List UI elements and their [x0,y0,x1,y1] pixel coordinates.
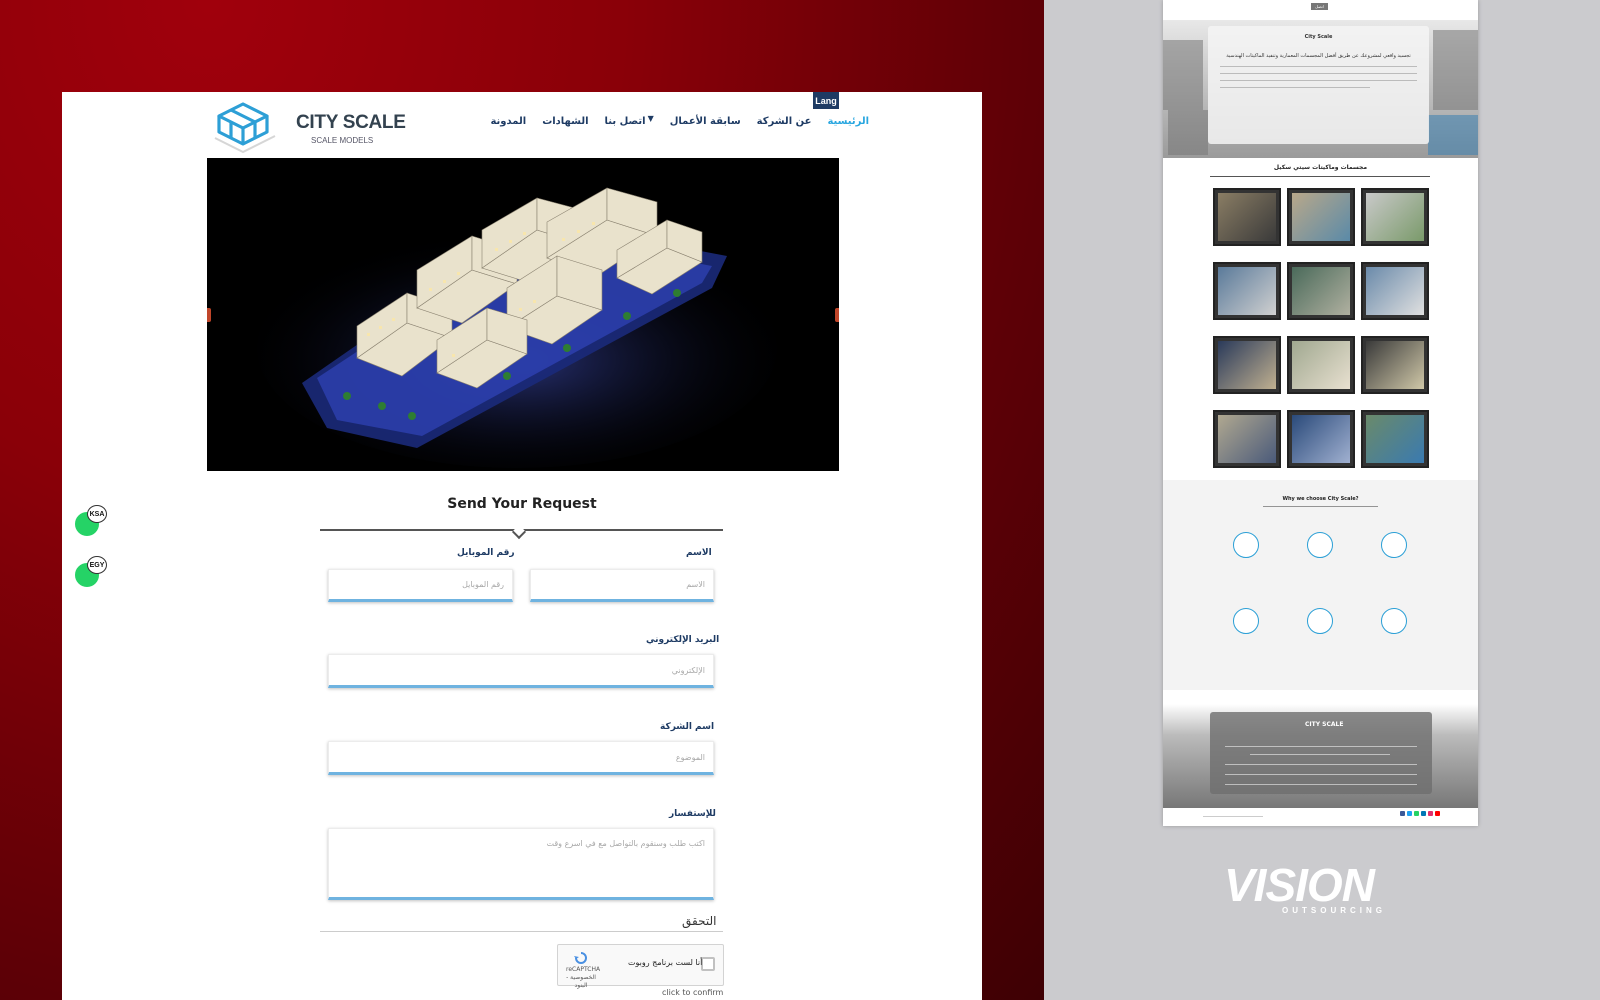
full-page-preview: اتصل City Scale تجسيد واقعي لمشروعك عن ط… [1163,0,1478,826]
company-input[interactable] [328,741,714,775]
egy-badge: EGY [87,556,107,574]
company-label: اسم الشركة [660,722,715,732]
preview-thumb [1361,410,1429,468]
preview-thumb [1287,410,1355,468]
preview-feature-icon [1307,532,1333,558]
hero-slider[interactable] [207,158,839,471]
preview-thumb [1287,262,1355,320]
preview-thumb [1361,188,1429,246]
preview-social-icons [1400,811,1440,816]
recaptcha-brand: reCAPTCHA [566,966,601,973]
inquiry-textarea[interactable] [328,828,714,900]
vision-logo: VISION [1224,859,1375,911]
recaptcha-text: أنا لست برنامج روبوت [628,958,703,967]
form-title: Send Your Request [447,496,597,512]
chevron-down-icon[interactable]: ▼ [648,114,654,123]
nav-item-contact[interactable]: اتصل بنا [605,116,646,127]
preview-top-button: اتصل [1311,3,1328,10]
preview-feature-icon [1381,608,1407,634]
preview-feature-icon [1381,532,1407,558]
email-label: البريد الإلكتروني [646,635,720,645]
title-divider-notch [511,524,527,540]
preview-thumb [1213,336,1281,394]
preview-gallery-title: مجسمات وماكيتات سيتي سكيل [1273,164,1368,171]
preview-thumb [1361,262,1429,320]
preview-feature-icon [1233,608,1259,634]
logo-wordmark: CITY SCALE [296,112,406,133]
confirm-hint: click to confirm [662,988,724,997]
recaptcha-icon [574,952,587,964]
name-label: الاسم [686,548,712,558]
preview-thumb [1287,336,1355,394]
recaptcha-widget: أنا لست برنامج روبوت reCAPTCHA الخصوصية … [557,944,724,989]
preview-why-section [1163,480,1478,690]
recaptcha-checkbox[interactable] [701,957,715,971]
preview-thumb [1361,336,1429,394]
verification-divider [320,931,723,932]
preview-why-title: Why we choose City Scale? [1282,496,1359,502]
verification-label: التحقق [682,914,717,928]
website-page: CITY SCALE SCALE MODELS الرئيسية عن الشر… [62,92,982,1000]
preview-feature-icon [1233,532,1259,558]
preview-hero-subtitle: تجسيد واقعي لمشروعك عن طريق أفضل المجسما… [1226,53,1411,59]
city-scale-logo[interactable]: CITY SCALE SCALE MODELS [209,98,406,156]
architectural-model-image [207,158,839,471]
ksa-badge: KSA [87,505,107,523]
nav-item-about[interactable]: عن الشركة [757,116,812,127]
inquiry-label: للإستفسار [669,809,716,819]
slider-prev-arrow[interactable] [207,308,211,322]
preview-thumb [1213,410,1281,468]
preview-thumb [1287,188,1355,246]
slider-next-arrow[interactable] [835,308,839,322]
preview-hero-title: City Scale [1304,34,1333,40]
preview-footer-brand: CITY SCALE [1305,721,1344,728]
vision-logo-subtitle: OUTSOURCING [1282,906,1386,915]
mobile-label: رقم الموبايل [457,548,515,558]
logo-subtitle: SCALE MODELS [311,136,374,145]
whatsapp-ksa-button[interactable]: KSA [73,505,107,539]
main-navigation: الرئيسية عن الشركة سابقة الأعمال ▼ اتصل … [469,110,869,132]
preview-gallery-divider [1210,176,1430,177]
nav-item-certificates[interactable]: الشهادات [542,116,588,127]
nav-item-home[interactable]: الرئيسية [827,116,869,127]
preview-thumb [1213,188,1281,246]
recaptcha-branding: reCAPTCHA الخصوصية - البنود [566,951,600,990]
language-button[interactable]: Lang [813,92,839,109]
whatsapp-egy-button[interactable]: EGY [73,556,107,590]
email-input[interactable] [328,654,714,688]
preview-feature-icon [1307,608,1333,634]
cube-logo-icon [214,102,276,154]
nav-item-portfolio[interactable]: سابقة الأعمال [670,116,741,127]
preview-hero-card: City Scale تجسيد واقعي لمشروعك عن طريق أ… [1208,26,1429,144]
nav-item-blog[interactable]: المدونة [490,116,526,127]
recaptcha-terms[interactable]: الخصوصية - البنود [566,974,596,989]
mobile-input[interactable] [328,569,513,602]
preview-copyright-bar [1163,808,1478,826]
name-input[interactable] [530,569,714,602]
preview-thumb [1213,262,1281,320]
